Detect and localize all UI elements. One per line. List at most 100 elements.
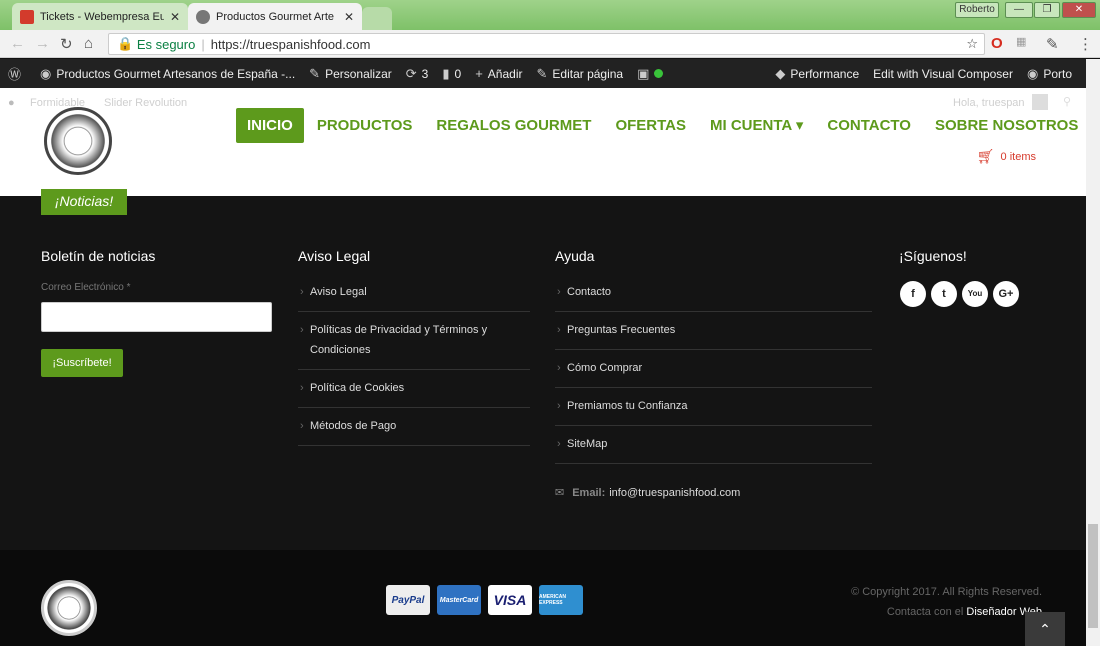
designer-prefix: Contacta con el [886,606,964,618]
plus-icon: + [475,66,483,81]
wp-admin-bar: Ⓦ ◉ Productos Gourmet Artesanos de Españ… [0,59,1086,88]
close-tab-icon[interactable]: ✕ [170,10,180,24]
maximize-icon[interactable]: ❐ [1034,2,1060,18]
social-title: ¡Síguenos! [899,248,967,264]
pencil-icon: ✎ [536,65,548,81]
nav-item-sobre-nosotros[interactable]: SOBRE NOSOTROS [935,117,1078,134]
webempresa-favicon [20,9,34,24]
mastercard-logo: MasterCard [437,585,481,615]
legal-links: Aviso Legal Políticas de Privacidad y Té… [298,274,530,446]
page-scrollbar[interactable] [1086,59,1100,646]
comment-icon: ▮ [442,65,450,81]
seo-icon: ▣ [637,65,650,81]
extension-icon[interactable]: ▦ [1016,35,1026,48]
slider-revolution-link[interactable]: Slider Revolution [104,97,187,109]
wp-logo-button[interactable]: Ⓦ [8,64,26,83]
updates-link[interactable]: ⟳ 3 [406,66,429,82]
newsletter-title: Boletín de noticias [41,248,156,264]
visa-logo: VISA [488,585,532,615]
seo-indicator[interactable]: ▣ [637,65,664,82]
site-name-link[interactable]: ◉ Productos Gourmet Artesanos de España … [40,66,295,82]
legal-link-cookies[interactable]: Política de Cookies [298,370,530,408]
contact-email: ✉ Email: info@truespanishfood.com [555,486,740,500]
close-window-icon[interactable]: ✕ [1062,2,1096,18]
comments-link[interactable]: ▮ 0 [442,66,461,82]
tab-tickets[interactable]: Tickets - Webempresa Eu ✕ [12,3,188,30]
brush-icon: ✎ [309,65,321,81]
twitter-icon[interactable]: t [931,281,957,307]
reload-icon[interactable]: ↻ [60,35,73,53]
legal-title: Aviso Legal [298,248,371,264]
subscribe-button[interactable]: ¡Suscríbete! [41,349,123,377]
forward-arrow-icon[interactable]: → [35,35,50,52]
eyedropper-icon[interactable]: ✎ [1046,35,1059,53]
close-tab-icon[interactable]: ✕ [344,10,354,24]
refresh-icon: ⟳ [405,65,417,81]
cart-count: 0 items [1000,150,1036,163]
add-new-link[interactable]: + Añadir [475,66,522,81]
nav-item-productos[interactable]: PRODUCTOS [317,117,413,134]
updates-count: 3 [421,66,429,81]
news-tab[interactable]: ¡Noticias! [41,189,127,215]
nav-item-regalos[interactable]: REGALOS GOURMET [436,117,591,134]
site-logo[interactable] [44,107,112,175]
window-user-badge[interactable]: Roberto [955,2,999,18]
home-icon[interactable]: ⌂ [84,35,93,52]
tab-productos[interactable]: Productos Gourmet Arte ✕ [188,3,362,30]
legal-link-pago[interactable]: Métodos de Pago [298,408,530,446]
help-link-faq[interactable]: Preguntas Frecuentes [555,312,872,350]
tab-label: Productos Gourmet Arte [216,10,334,23]
minimize-icon[interactable]: — [1005,2,1033,18]
google-plus-icon[interactable]: G+ [993,281,1019,307]
social-icons: f t You G+ [900,281,1024,307]
nav-item-inicio[interactable]: INICIO [236,107,304,143]
email-link[interactable]: info@truespanishfood.com [609,487,740,499]
help-link-como-comprar[interactable]: Cómo Comprar [555,350,872,388]
help-link-sitemap[interactable]: SiteMap [555,426,872,464]
paypal-logo: PayPal [386,585,430,615]
performance-link[interactable]: ◆ Performance [775,66,859,82]
facebook-icon[interactable]: f [900,281,926,307]
cart-link[interactable]: 🛒︎ 0 items [977,148,1036,165]
comments-count: 0 [454,66,462,81]
footer-bottom-bar: PayPal MasterCard VISA AMERICAN EXPRESS … [0,550,1086,646]
opera-icon[interactable]: O [991,35,1003,52]
email-label: Email: [572,486,606,499]
site-footer: ¡Noticias! Boletín de noticias Correo El… [0,189,1086,550]
help-title: Ayuda [555,248,595,264]
help-link-contacto[interactable]: Contacto [555,274,872,312]
site-favicon [196,9,210,24]
forms-icon: ● [8,97,15,109]
secure-label: Es seguro [136,36,196,52]
newsletter-email-input[interactable] [41,302,272,332]
copyright-text: © Copyright 2017. All Rights Reserved. [851,586,1042,598]
legal-link-aviso[interactable]: Aviso Legal [298,274,530,312]
help-link-confianza[interactable]: Premiamos tu Confianza [555,388,872,426]
new-tab-button[interactable] [362,7,392,30]
visual-composer-link[interactable]: Edit with Visual Composer [873,67,1013,81]
url-input[interactable]: 🔒 Es seguro | https://truespanishfood.co… [108,33,985,55]
envelope-icon: ✉ [555,487,565,499]
youtube-icon[interactable]: You [962,281,988,307]
edit-page-label: Editar página [552,66,624,81]
browser-titlebar: Tickets - Webempresa Eu ✕ Productos Gour… [0,0,1100,30]
help-links: Contacto Preguntas Frecuentes Cómo Compr… [555,274,872,464]
scrollbar-thumb[interactable] [1088,524,1098,628]
porto-link[interactable]: ◉ Porto [1027,66,1072,82]
nav-item-contacto[interactable]: CONTACTO [827,117,911,134]
copyright: © Copyright 2017. All Rights Reserved. C… [851,582,1042,622]
menu-dots-icon[interactable]: ⋮ [1078,35,1093,53]
nav-item-mi-cuenta[interactable]: MI CUENTA ▾ [710,116,803,134]
porto-icon: ◉ [1026,65,1039,81]
star-icon[interactable]: ☆ [966,36,978,52]
status-dot [654,69,664,78]
tab-label: Tickets - Webempresa Eu [40,10,164,23]
email-field-label: Correo Electrónico * [41,282,131,293]
legal-link-privacidad[interactable]: Políticas de Privacidad y Términos y Con… [298,312,530,370]
customize-link[interactable]: ✎ Personalizar [309,66,392,82]
back-arrow-icon[interactable]: ← [10,35,25,52]
edit-page-link[interactable]: ✎ Editar página [536,66,623,82]
main-nav: INICIO PRODUCTOS REGALOS GOURMET OFERTAS… [236,107,1078,143]
scroll-to-top-button[interactable]: ⌃ [1025,612,1065,646]
nav-item-ofertas[interactable]: OFERTAS [615,117,686,134]
